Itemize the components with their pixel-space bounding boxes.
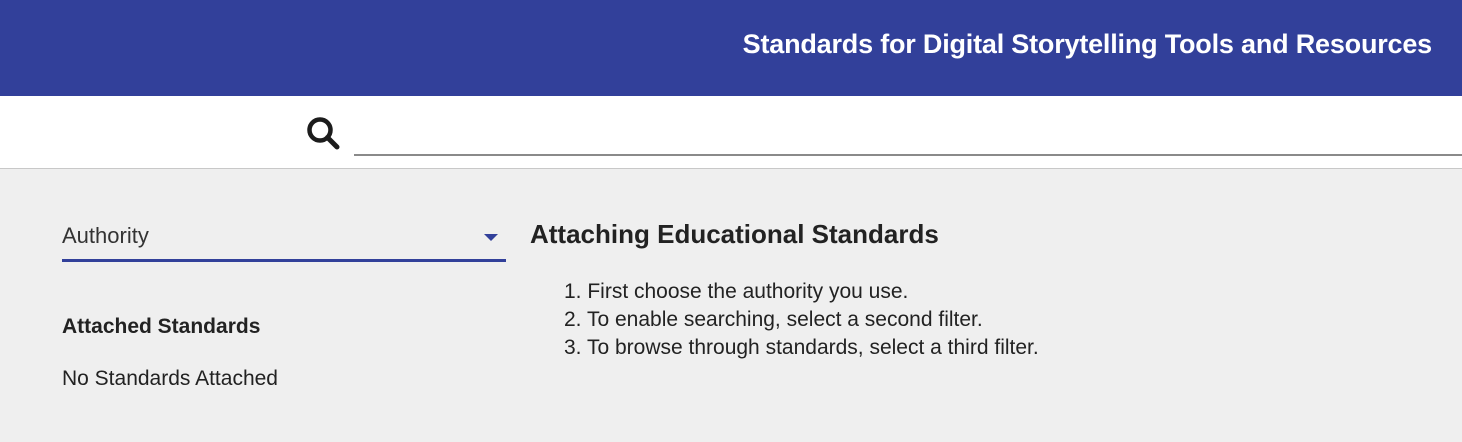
instructions-heading: Attaching Educational Standards xyxy=(530,219,939,249)
search-input[interactable] xyxy=(354,116,1462,156)
instruction-step-3: 3. To browse through standards, select a… xyxy=(564,336,1039,359)
search-bar xyxy=(0,96,1462,169)
authority-select[interactable]: Authority xyxy=(62,214,506,262)
authority-select-value: Authority xyxy=(62,223,149,248)
page-title: Standards for Digital Storytelling Tools… xyxy=(742,29,1433,59)
chevron-down-icon[interactable] xyxy=(484,234,498,241)
page-header: Standards for Digital Storytelling Tools… xyxy=(0,0,1462,96)
instructions-list: 1. First choose the authority you use. 2… xyxy=(564,278,1039,362)
search-icon[interactable] xyxy=(304,114,344,154)
attached-standards-heading: Attached Standards xyxy=(62,315,261,338)
instruction-step-1: 1. First choose the authority you use. xyxy=(564,280,909,303)
attached-standards-empty: No Standards Attached xyxy=(62,367,278,390)
instruction-step-2: 2. To enable searching, select a second … xyxy=(564,308,983,331)
